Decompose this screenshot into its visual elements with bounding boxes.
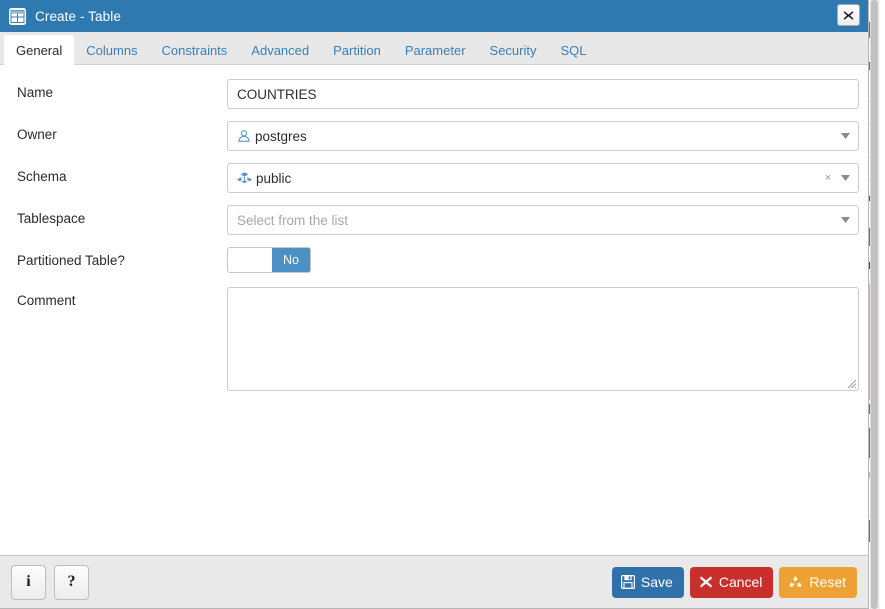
footer-action-buttons: Save Cancel Reset <box>611 566 857 598</box>
close-x-icon <box>699 575 713 589</box>
field-row-owner: Owner postgres <box>0 121 868 151</box>
schema-select[interactable]: public × <box>227 163 859 193</box>
owner-select[interactable]: postgres <box>227 121 859 151</box>
field-row-tablespace: Tablespace Select from the list <box>0 205 868 235</box>
tab-partition[interactable]: Partition <box>321 35 393 64</box>
close-icon[interactable] <box>837 4 860 26</box>
info-icon[interactable]: i <box>11 564 46 600</box>
tab-sql[interactable]: SQL <box>549 35 599 64</box>
label-name: Name <box>17 85 54 100</box>
reset-button[interactable]: Reset <box>779 566 857 598</box>
reset-button-label: Reset <box>809 574 846 590</box>
save-icon <box>620 575 635 589</box>
recycle-icon <box>788 575 803 589</box>
label-owner: Owner <box>17 127 57 142</box>
user-icon <box>237 129 251 143</box>
chevron-down-icon[interactable] <box>838 175 852 181</box>
table-icon <box>9 7 26 25</box>
dialog-titlebar: Create - Table <box>0 0 868 32</box>
help-icon[interactable]: ? <box>54 564 89 600</box>
save-button[interactable]: Save <box>611 566 684 598</box>
tab-security[interactable]: Security <box>478 35 549 64</box>
chevron-down-icon[interactable] <box>838 217 852 223</box>
toggle-state-label: No <box>272 248 310 272</box>
create-table-dialog: Create - Table General Columns Constrain… <box>0 0 869 609</box>
dialog-tabbar: General Columns Constraints Advanced Par… <box>0 32 868 65</box>
comment-textarea[interactable] <box>227 287 859 391</box>
schema-value: public <box>256 170 292 186</box>
field-row-schema: Schema public × <box>0 163 868 193</box>
owner-value: postgres <box>255 128 307 144</box>
general-tab-panel: Name Owner postgres <box>0 65 868 555</box>
background-scrollbar-thumb[interactable] <box>871 0 878 609</box>
partitioned-table-toggle[interactable]: No <box>227 247 311 273</box>
clear-icon[interactable]: × <box>821 172 835 184</box>
cancel-button-label: Cancel <box>718 574 763 590</box>
footer-left-buttons: i ? <box>11 564 89 600</box>
dialog-footer: i ? Save Cancel Reset <box>0 555 868 608</box>
label-schema: Schema <box>17 169 67 184</box>
field-row-name: Name <box>0 79 868 109</box>
field-row-partitioned: Partitioned Table? No <box>0 247 868 275</box>
chevron-down-icon[interactable] <box>838 133 852 139</box>
tab-constraints[interactable]: Constraints <box>150 35 240 64</box>
tab-advanced[interactable]: Advanced <box>239 35 321 64</box>
name-input[interactable] <box>227 79 859 109</box>
label-partitioned-table: Partitioned Table? <box>17 253 125 268</box>
background-tree-strip <box>869 0 880 609</box>
schema-icon <box>237 171 252 185</box>
save-button-label: Save <box>640 574 673 590</box>
field-row-comment: Comment <box>0 287 868 391</box>
label-comment: Comment <box>17 293 76 308</box>
tab-parameter[interactable]: Parameter <box>393 35 478 64</box>
dialog-title: Create - Table <box>35 8 121 24</box>
tab-columns[interactable]: Columns <box>74 35 149 64</box>
cancel-button[interactable]: Cancel <box>689 566 774 598</box>
toggle-knob <box>228 248 272 272</box>
tablespace-select[interactable]: Select from the list <box>227 205 859 235</box>
tablespace-placeholder: Select from the list <box>237 212 349 228</box>
tab-general[interactable]: General <box>4 35 75 65</box>
label-tablespace: Tablespace <box>17 211 86 226</box>
